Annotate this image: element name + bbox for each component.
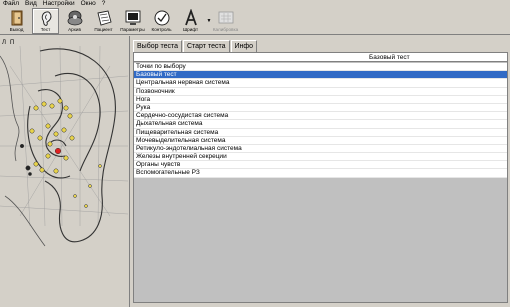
ear-diagram	[0, 46, 128, 247]
test-list-row[interactable]: Мочевыделительная система	[134, 136, 507, 145]
menu-window[interactable]: Окно	[78, 0, 99, 8]
font-icon	[184, 9, 197, 26]
calibration-label: Калибровка	[212, 27, 239, 32]
patient-icon	[96, 10, 112, 26]
test-list-row[interactable]: Ретикуло-эндотелиальная система	[134, 144, 507, 154]
calibration-button: Калибровка	[212, 8, 239, 34]
exit-label: Выход	[9, 27, 24, 32]
test-list-row[interactable]: Дыхательная система	[134, 120, 507, 129]
test-list-row[interactable]: Сердечно-сосудистая система	[134, 112, 507, 121]
test-list-row[interactable]: Органы чувств	[134, 161, 507, 170]
test-button[interactable]: Тест	[32, 8, 59, 34]
test-list-row[interactable]: Рука	[134, 103, 507, 113]
control-label: Контроль	[151, 27, 172, 32]
calibration-icon	[218, 11, 233, 24]
parameters-icon	[125, 10, 140, 25]
grid-column-header: Базовый тест	[134, 53, 507, 62]
ear-grid-lines	[0, 46, 128, 227]
archive-icon	[67, 10, 82, 26]
patient-button[interactable]: Пациент	[90, 8, 117, 34]
menu-settings[interactable]: Настройки	[40, 0, 78, 8]
menu-help[interactable]: ?	[99, 0, 109, 8]
archive-label: Архив	[68, 27, 81, 32]
test-list-grid: Базовый тест Точки по выбору Базовый тест…	[133, 52, 508, 303]
tab-start-test[interactable]: Старт теста	[182, 40, 230, 52]
test-panel: Выбор теста Старт теста Инфо Базовый тес…	[131, 36, 510, 307]
exit-button[interactable]: Выход	[3, 8, 30, 34]
test-list-row[interactable]: Вспомогательные РЗ	[134, 169, 507, 178]
tab-strip: Выбор теста Старт теста Инфо	[133, 40, 258, 53]
menu-file[interactable]: Файл	[0, 0, 22, 8]
test-list-row[interactable]: Пищеварительная система	[134, 128, 507, 137]
control-button[interactable]: Контроль	[148, 8, 175, 34]
toolbar: Выход Тест Архив Пациент Параметры Контр…	[0, 8, 510, 35]
archive-button[interactable]: Архив	[61, 8, 88, 34]
parameters-label: Параметры	[120, 27, 145, 32]
ear-icon	[41, 11, 51, 26]
parameters-button[interactable]: Параметры	[119, 8, 146, 34]
control-icon	[154, 10, 169, 26]
grid-body: Точки по выбору Базовый тест Центральная н…	[134, 63, 507, 178]
test-list-row[interactable]: Базовый тест	[134, 71, 507, 80]
tab-info[interactable]: Инфо	[230, 40, 258, 52]
test-list-row[interactable]: Центральная нервная система	[134, 79, 507, 88]
menu-bar: Файл Вид Настройки Окно ?	[0, 0, 510, 8]
test-list-row[interactable]: Железы внутренней секреции	[134, 153, 507, 162]
test-list-row[interactable]: Нога	[134, 95, 507, 104]
test-list-row[interactable]: Позвоночник	[134, 87, 507, 96]
ear-map-panel: Л П	[0, 36, 130, 307]
test-label: Тест	[40, 27, 51, 32]
menu-view[interactable]: Вид	[22, 0, 40, 8]
test-list-row[interactable]: Точки по выбору	[134, 63, 507, 72]
exit-icon	[11, 10, 22, 26]
patient-label: Пациент	[94, 27, 113, 32]
font-label: Шрифт	[182, 27, 199, 32]
font-button[interactable]: Шрифт	[177, 8, 204, 34]
